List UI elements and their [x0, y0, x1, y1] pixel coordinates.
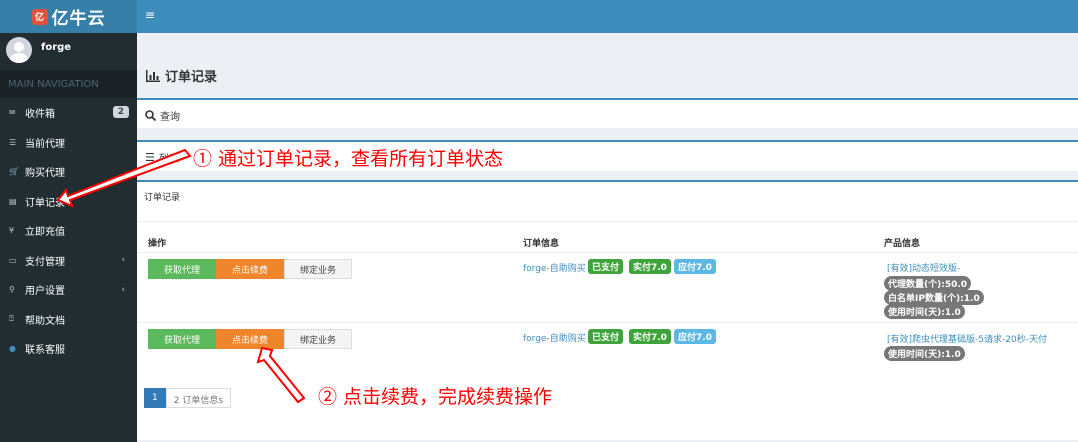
actual-paid-badge: 实付7.0 — [629, 329, 671, 344]
sidebar-item-label: 用户设置 — [25, 286, 65, 298]
sidebar-item-label: 支付管理 — [25, 256, 65, 268]
product-tag: 使用时间(天):1.0 — [884, 346, 965, 361]
section-title: 订单记录 — [144, 193, 181, 203]
sidebar-item-settings[interactable]: ⚲ 用户设置 ‹ — [0, 275, 137, 305]
cart-icon: 🛒 — [9, 167, 19, 177]
sidebar-item-payment[interactable]: ▭ 支付管理 ‹ — [0, 246, 137, 276]
key-icon: ⚲ — [9, 285, 15, 295]
annotation-note-1: ① 通过订单记录，查看所有订单状态 — [193, 148, 504, 170]
renew-button[interactable]: 点击续费 — [216, 329, 284, 349]
amount-due-badge: 应付7.0 — [674, 329, 716, 344]
get-proxy-button[interactable]: 获取代理 — [148, 329, 216, 349]
column-header-order-info: 订单信息 — [523, 239, 560, 249]
sidebar-item-inbox[interactable]: ✉ 收件箱 2 — [0, 98, 137, 128]
order-link[interactable]: forge-自助购买 — [523, 261, 586, 274]
chevron-left-icon: ‹ — [121, 284, 125, 295]
sidebar-item-label: 帮助文档 — [25, 315, 65, 327]
question-icon: ⍰ — [9, 314, 14, 324]
pagination-info: 2 订单信息s — [165, 388, 232, 408]
bind-business-button[interactable]: 绑定业务 — [284, 259, 352, 279]
order-link[interactable]: forge-自助购买 — [523, 331, 586, 344]
get-proxy-button[interactable]: 获取代理 — [148, 259, 216, 279]
product-tag: 代理数量(个):50.0 — [884, 276, 972, 291]
logo-text: 亿牛云 — [51, 9, 106, 29]
sidebar-item-recharge[interactable]: ¥ 立即充值 — [0, 216, 137, 246]
paid-badge: 已支付 — [588, 329, 624, 344]
product-tag: 白名单IP数量(个):1.0 — [884, 290, 984, 305]
product-tag: 使用时间(天):1.0 — [884, 304, 965, 319]
divider — [137, 221, 1078, 222]
menu-toggle-icon[interactable]: ≡ — [145, 8, 155, 22]
inbox-count-badge: 2 — [112, 106, 129, 118]
product-link[interactable]: [有效]爬虫代理基础版-5请求-20秒-天付 — [887, 332, 1047, 345]
paid-badge: 已支付 — [588, 259, 624, 274]
list-icon: ☰ — [9, 137, 17, 147]
column-header-product-info: 产品信息 — [884, 239, 921, 249]
page-button-current[interactable]: 1 — [144, 388, 166, 408]
renew-button[interactable]: 点击续费 — [216, 259, 284, 279]
divider — [137, 252, 1078, 253]
sidebar: 亿 亿牛云 forge MAIN NAVIGATION ✉ 收件箱 2 ☰ 当前… — [0, 0, 137, 442]
divider — [137, 322, 1078, 323]
chevron-left-icon: ‹ — [121, 255, 125, 266]
sidebar-item-label: 购买代理 — [25, 168, 65, 180]
logo[interactable]: 亿 亿牛云 — [0, 0, 137, 33]
search-box: 查询 — [137, 98, 1078, 128]
amount-due-badge: 应付7.0 — [674, 259, 716, 274]
top-bar: ≡ — [137, 0, 1078, 33]
sidebar-item-label: 订单记录 — [25, 197, 65, 209]
username: forge — [41, 42, 72, 53]
annotation-note-2: ② 点击续费，完成续费操作 — [318, 386, 553, 408]
sidebar-item-label: 联系客服 — [25, 345, 65, 357]
table-icon: ▤ — [9, 196, 17, 206]
bar-chart-icon — [146, 69, 160, 82]
nav-header: MAIN NAVIGATION — [0, 70, 137, 98]
list-label: 列表 — [158, 154, 179, 165]
search-icon — [145, 110, 156, 121]
nav-list: ✉ 收件箱 2 ☰ 当前代理 🛒 购买代理 ▤ 订单记录 ¥ 立即充值 ▭ 支付… — [0, 98, 137, 364]
yen-icon: ¥ — [9, 226, 15, 236]
sidebar-item-support[interactable]: ● 联系客服 — [0, 334, 137, 364]
search-label: 查询 — [160, 112, 180, 123]
sidebar-item-label: 立即充值 — [25, 227, 65, 239]
pagination: 1 2 订单信息s — [144, 388, 232, 408]
page-title-text: 订单记录 — [165, 70, 218, 85]
sidebar-item-orders[interactable]: ▤ 订单记录 — [0, 187, 137, 217]
credit-card-icon: ▭ — [9, 255, 17, 265]
sidebar-item-current-proxy[interactable]: ☰ 当前代理 — [0, 128, 137, 158]
sidebar-item-buy-proxy[interactable]: 🛒 购买代理 — [0, 157, 137, 187]
list-icon: ☰ — [145, 151, 155, 164]
user-icon: ● — [9, 344, 16, 354]
envelope-icon: ✉ — [9, 108, 16, 118]
column-header-actions: 操作 — [148, 239, 167, 249]
logo-icon: 亿 — [31, 8, 48, 25]
orders-box: 订单记录 操作 订单信息 产品信息 获取代理 点击续费 绑定业务 forge-自… — [137, 180, 1078, 440]
sidebar-item-help[interactable]: ⍰ 帮助文档 — [0, 305, 137, 335]
avatar — [6, 37, 32, 63]
bind-business-button[interactable]: 绑定业务 — [284, 329, 352, 349]
product-link[interactable]: [有效]动态短效版- — [887, 261, 960, 274]
user-panel: forge — [0, 33, 137, 70]
actual-paid-badge: 实付7.0 — [629, 259, 671, 274]
search-toggle[interactable]: 查询 — [137, 100, 1078, 131]
sidebar-item-label: 当前代理 — [25, 138, 65, 150]
page-title: 订单记录 — [146, 66, 217, 85]
sidebar-item-label: 收件箱 — [25, 109, 55, 121]
